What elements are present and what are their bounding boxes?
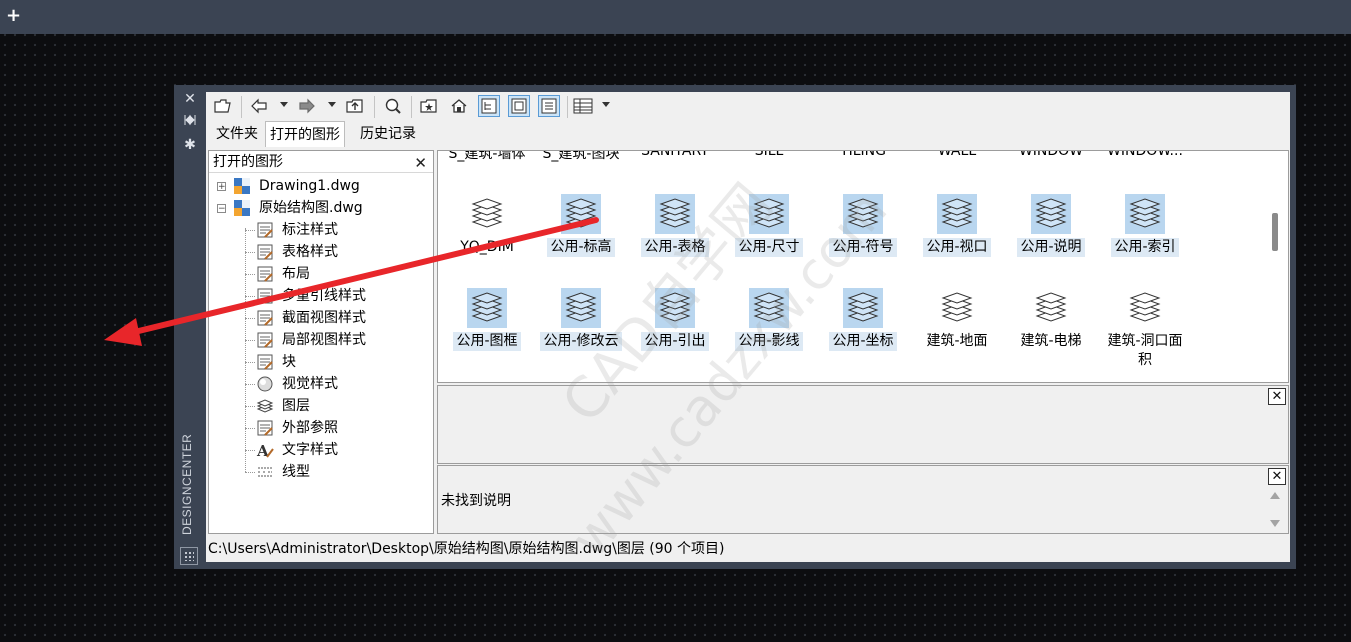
annotation-arrow bbox=[104, 217, 599, 346]
